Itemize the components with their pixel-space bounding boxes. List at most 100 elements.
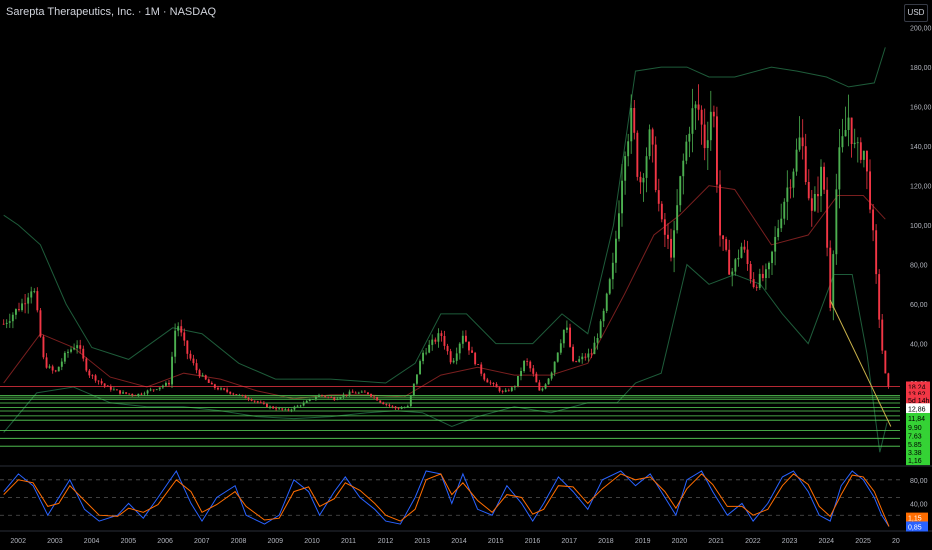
candle-body (605, 293, 608, 311)
candle-body (703, 124, 706, 149)
chart-canvas[interactable]: 200,00 180,00 160,00 140,00 120,00 100,00 80,0… (0, 0, 932, 550)
candle-body (204, 375, 207, 380)
candle-body (856, 142, 859, 144)
candle-body (587, 353, 590, 358)
stochastic-pane (0, 469, 900, 527)
candle-body (651, 129, 654, 145)
candle-body (198, 370, 201, 377)
candle-body (881, 319, 884, 351)
candle-body (88, 370, 91, 376)
candle-body (813, 194, 816, 211)
time-tick-label: 2003 (47, 538, 63, 545)
time-tick-label: 2009 (268, 538, 284, 545)
candle-body (2, 323, 5, 325)
candle-body (8, 321, 11, 323)
candle-body (752, 279, 755, 287)
candle-body (391, 405, 394, 407)
candle-body (575, 361, 578, 362)
stoch-d-line (3, 473, 890, 527)
candle-body (63, 352, 66, 362)
candle-body (847, 117, 850, 130)
candle-body (648, 129, 651, 157)
candles (2, 84, 890, 413)
candle-body (431, 339, 434, 345)
time-tick-label: 2011 (341, 538, 356, 545)
candle-body (27, 297, 30, 304)
candle-body (79, 345, 82, 349)
candle-body (544, 384, 547, 389)
candle-body (51, 366, 54, 371)
candle-body (510, 387, 513, 391)
candle-body (826, 189, 829, 248)
candle-body (673, 230, 675, 258)
candle-body (440, 333, 443, 336)
candle-body (152, 389, 155, 391)
candle-body (734, 259, 737, 272)
candle-body (602, 310, 605, 322)
time-tick-label: 2007 (194, 538, 210, 545)
candle-body (709, 111, 712, 141)
candle-body (501, 391, 504, 392)
candle-body (520, 371, 522, 376)
candle-body (621, 180, 623, 214)
price-tick-label: 80,00 (910, 263, 928, 270)
candle-body (54, 370, 57, 372)
candle-body (302, 402, 305, 406)
candle-body (278, 408, 281, 410)
candle-body (853, 142, 856, 145)
level-label: 1,16 (908, 458, 922, 465)
candle-body (498, 387, 501, 392)
candle-body (106, 385, 109, 387)
candle-body (630, 108, 633, 142)
time-tick-label: 2018 (598, 538, 614, 545)
candle-body (728, 249, 731, 275)
time-tick-label: 2017 (561, 538, 577, 545)
time-tick-label: 2002 (10, 538, 26, 545)
candle-body (308, 399, 311, 401)
candle-body (746, 249, 749, 264)
candle-body (807, 182, 810, 199)
time-tick-label: 2016 (525, 538, 541, 545)
candle-body (740, 246, 743, 258)
candle-body (841, 136, 844, 148)
candle-body (627, 141, 630, 157)
candle-body (532, 368, 535, 374)
candle-body (192, 358, 195, 364)
candle-body (315, 397, 317, 400)
candle-body (76, 345, 79, 349)
time-tick-label: 2021 (708, 538, 724, 545)
candle-body (866, 150, 868, 172)
candle-body (253, 400, 256, 402)
candle-body (128, 393, 131, 395)
candle-body (716, 116, 718, 185)
candle-body (599, 321, 602, 338)
candle-body (122, 392, 124, 394)
candle-body (550, 372, 553, 379)
time-tick-label: 2004 (84, 538, 100, 545)
candle-body (862, 150, 865, 160)
time-tick-label: 2024 (819, 538, 835, 545)
candle-body (771, 251, 773, 263)
candle-body (618, 213, 620, 239)
candle-body (535, 373, 538, 383)
candle-body (872, 209, 874, 231)
candle-body (42, 336, 45, 358)
candle-body (553, 361, 556, 373)
candle-body (480, 364, 483, 374)
candle-body (146, 390, 149, 394)
candle-body (691, 108, 694, 134)
candle-body (517, 376, 519, 387)
candle-body (330, 397, 333, 398)
candle-body (158, 387, 161, 390)
candle-body (737, 257, 740, 260)
candle-body (259, 402, 262, 404)
candle-body (850, 117, 853, 144)
time-tick-label: 2005 (121, 538, 137, 545)
candle-body (578, 359, 581, 362)
candle-body (657, 190, 660, 204)
candle-body (755, 286, 758, 288)
candle-body (112, 389, 115, 391)
candle-body (783, 201, 786, 219)
candle-body (21, 303, 23, 311)
level-label: 12,86 (908, 406, 926, 413)
